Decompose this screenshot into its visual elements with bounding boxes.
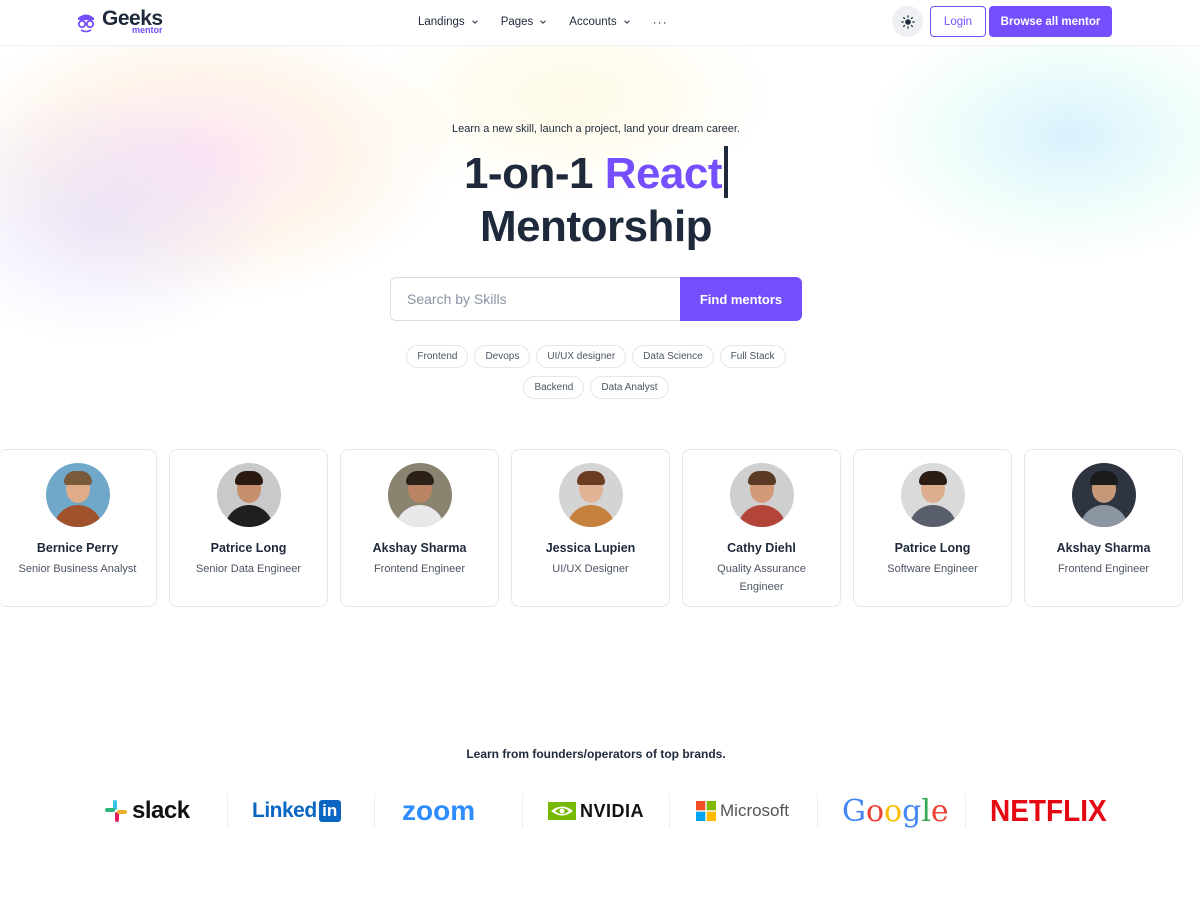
nvidia-eye-icon xyxy=(548,802,576,820)
avatar xyxy=(900,463,965,527)
mentor-role: Quality Assurance Engineer xyxy=(717,563,806,593)
mentor-card[interactable]: Patrice Long Senior Data Engineer xyxy=(169,449,328,607)
chevron-down-icon xyxy=(623,20,630,24)
hero-title-accent: React xyxy=(604,149,723,198)
login-button[interactable]: Login xyxy=(930,6,986,37)
slack-wordmark: slack xyxy=(132,797,190,824)
find-mentors-button[interactable]: Find mentors xyxy=(680,277,802,321)
microsoft-squares-icon xyxy=(696,801,716,821)
theme-toggle-button[interactable] xyxy=(892,6,923,37)
typing-caret xyxy=(724,146,729,198)
geek-logo-icon xyxy=(77,14,95,33)
hero-tagline: Learn a new skill, launch a project, lan… xyxy=(452,123,740,135)
chip-data-science[interactable]: Data Science xyxy=(632,345,714,368)
chip-devops[interactable]: Devops xyxy=(474,345,531,368)
mentor-name: Cathy Diehl xyxy=(727,541,796,555)
hero-title-prefix: 1-on-1 xyxy=(463,149,594,198)
nvidia-wordmark: NVIDIA xyxy=(580,800,645,821)
mentor-carousel: Bernice Perry Senior Business Analyst Pa… xyxy=(0,449,1200,607)
navbar: Geeks mentor Landings Pages Accounts ··· xyxy=(0,0,1200,46)
mentor-card[interactable]: Jessica Lupien UI/UX Designer xyxy=(511,449,670,607)
linkedin-wordmark: Linked xyxy=(252,799,317,822)
sun-icon xyxy=(900,14,915,29)
logo[interactable]: Geeks mentor xyxy=(74,7,163,37)
mentor-name: Patrice Long xyxy=(894,541,971,555)
zoom-logo: zoom xyxy=(402,790,475,832)
mentor-role: Frontend Engineer xyxy=(1057,563,1150,575)
mentor-name: Bernice Perry xyxy=(36,541,119,555)
nav-menu: Landings Pages Accounts ··· xyxy=(418,0,668,44)
mentor-card[interactable]: Akshay Sharma Frontend Engineer xyxy=(1024,449,1183,607)
mentor-card[interactable]: Akshay Sharma Frontend Engineer xyxy=(340,449,499,607)
avatar xyxy=(387,463,452,527)
brands-heading: Learn from founders/operators of top bra… xyxy=(466,747,726,761)
linkedin-logo: Linked in xyxy=(252,790,341,832)
microsoft-wordmark: Microsoft xyxy=(720,801,789,820)
mentor-card[interactable]: Bernice Perry Senior Business Analyst xyxy=(0,449,157,607)
mentor-name: Akshay Sharma xyxy=(1056,541,1151,555)
chevron-down-icon xyxy=(540,20,547,24)
nav-landings[interactable]: Landings xyxy=(418,16,479,28)
mentor-role: UI/UX Designer xyxy=(552,563,629,575)
zoom-wordmark: zoom xyxy=(402,795,476,826)
browse-all-mentor-button[interactable]: Browse all mentor xyxy=(989,6,1112,37)
avatar xyxy=(1071,463,1136,527)
netflix-wordmark: NETFLIX xyxy=(990,793,1107,828)
search-input[interactable] xyxy=(390,277,680,321)
mentor-name: Jessica Lupien xyxy=(545,541,636,555)
brand-logos: slack Linked in zoom NVIDIA Microsoft Go… xyxy=(80,790,1120,832)
avatar xyxy=(216,463,281,527)
nav-landings-label: Landings xyxy=(418,16,465,28)
mentor-role: Frontend Engineer xyxy=(373,563,466,575)
avatar xyxy=(729,463,794,527)
linkedin-in-badge: in xyxy=(318,800,341,822)
google-wordmark: Google xyxy=(842,793,949,829)
microsoft-logo: Microsoft xyxy=(696,790,789,832)
search-form: Find mentors xyxy=(390,277,802,321)
chip-backend[interactable]: Backend xyxy=(523,376,585,399)
chip-data-analyst[interactable]: Data Analyst xyxy=(590,376,669,399)
netflix-logo: NETFLIX xyxy=(990,790,1107,832)
mentor-name: Patrice Long xyxy=(210,541,287,555)
chip-full-stack[interactable]: Full Stack xyxy=(719,345,786,368)
more-menu-button[interactable]: ··· xyxy=(653,15,668,29)
hero-title-line2: Mentorship xyxy=(479,202,713,251)
mentor-role: Senior Data Engineer xyxy=(195,563,302,575)
slack-icon xyxy=(105,800,127,822)
chip-frontend[interactable]: Frontend xyxy=(406,345,469,368)
avatar xyxy=(558,463,623,527)
mentor-card[interactable]: Patrice Long Software Engineer xyxy=(853,449,1012,607)
nav-accounts[interactable]: Accounts xyxy=(569,16,630,28)
hero-title: 1-on-1 React Mentorship xyxy=(0,146,1192,253)
chevron-down-icon xyxy=(471,20,478,24)
mentor-role: Senior Business Analyst xyxy=(18,563,137,575)
skill-chips: Frontend Devops UI/UX designer Data Scie… xyxy=(390,345,802,399)
logo-subtext: mentor xyxy=(132,25,163,35)
avatar xyxy=(45,463,110,527)
nav-accounts-label: Accounts xyxy=(569,16,617,28)
nav-pages[interactable]: Pages xyxy=(501,16,548,28)
mentor-role: Software Engineer xyxy=(887,563,978,575)
nvidia-logo: NVIDIA xyxy=(548,790,644,832)
nav-pages-label: Pages xyxy=(500,16,534,28)
slack-logo: slack xyxy=(104,790,190,832)
chip-uiux-designer[interactable]: UI/UX designer xyxy=(536,345,627,368)
mentor-card[interactable]: Cathy Diehl Quality Assurance Engineer xyxy=(682,449,841,607)
google-logo: Google xyxy=(842,790,949,832)
mentor-name: Akshay Sharma xyxy=(372,541,467,555)
